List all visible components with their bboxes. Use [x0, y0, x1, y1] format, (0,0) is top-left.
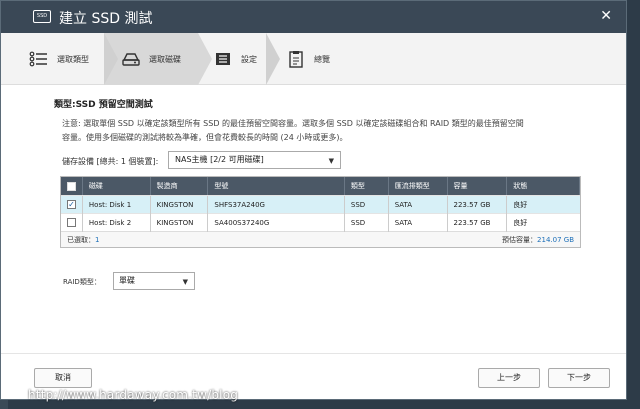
step-settings: 設定 — [213, 33, 257, 85]
ssd-test-wizard-window: SSD 建立 SSD 測試 ✕ 選取類型 選取磁碟 設定 總覽 類型:SSD 預… — [0, 0, 627, 400]
column-header[interactable]: 製造商 — [151, 177, 209, 195]
column-header[interactable]: 型號 — [208, 177, 345, 195]
select-all-checkbox[interactable] — [66, 181, 76, 191]
device-select[interactable]: NAS主機 [2/2 可用磁碟] ▼ — [168, 151, 341, 169]
row-checkbox-cell: ✓ — [61, 195, 83, 214]
row-checkbox-checked[interactable]: ✓ — [66, 200, 76, 209]
step-summary: 總覽 — [286, 33, 330, 85]
dropdown-arrow-icon: ▼ — [182, 278, 188, 286]
column-header[interactable]: 匯流排類型 — [389, 177, 448, 195]
step-label: 選取磁碟 — [149, 54, 181, 64]
selected-count: 1 — [95, 235, 100, 244]
clipboard-icon — [286, 50, 306, 68]
table-row[interactable]: Host: Disk 2 KINGSTON SA400S37240G SSD S… — [61, 213, 580, 232]
settings-icon — [213, 50, 233, 68]
selected-count-text: 已選取：1 — [67, 235, 99, 245]
select-all-cell — [61, 177, 83, 195]
step-select-disk: 選取磁碟 — [121, 33, 181, 85]
watermark-url: http://www.hardaway.com.tw/blog — [28, 388, 239, 402]
step-label: 總覽 — [314, 54, 330, 64]
estimated-capacity-text: 預估容量：214.07 GB — [502, 235, 574, 245]
step-select-type: 選取類型 — [29, 33, 89, 85]
table-cell: 223.57 GB — [448, 195, 508, 214]
table-cell: 223.57 GB — [448, 213, 508, 232]
raid-type-select[interactable]: 單碟 ▼ — [113, 272, 195, 290]
table-row[interactable]: ✓ Host: Disk 1 KINGSTON SHFS37A240G SSD … — [61, 195, 580, 214]
step-separator — [104, 33, 118, 85]
table-cell: SSD — [345, 213, 389, 232]
raid-type-label: RAID類型： — [63, 278, 101, 286]
table-cell: SATA — [389, 213, 448, 232]
instruction-note: 注意: 選取單個 SSD 以確定該類型所有 SSD 的最佳預留空間容量。選取多個… — [62, 117, 592, 145]
list-icon — [29, 50, 49, 68]
step-label: 設定 — [241, 54, 257, 64]
column-header[interactable]: 狀態 — [507, 177, 580, 195]
device-select-value: NAS主機 [2/2 可用磁碟] — [175, 155, 264, 164]
ssd-icon: SSD — [33, 10, 51, 23]
previous-button[interactable]: 上一步 — [478, 368, 540, 388]
step-label: 選取類型 — [57, 54, 89, 64]
column-header[interactable]: 容量 — [448, 177, 508, 195]
step-separator — [198, 33, 212, 85]
column-header[interactable]: 類型 — [345, 177, 389, 195]
table-header: 磁碟 製造商 型號 類型 匯流排類型 容量 狀態 — [61, 177, 580, 195]
note-line: 注意: 選取單個 SSD 以確定該類型所有 SSD 的最佳預留空間容量。選取多個… — [62, 119, 524, 128]
window-title: 建立 SSD 測試 — [59, 11, 153, 27]
table-cell: KINGSTON — [151, 195, 209, 214]
row-checkbox[interactable] — [66, 218, 76, 227]
capacity-label: 預估容量： — [502, 235, 538, 244]
note-line: 容量。使用多個磁碟的測試將較為準確，但會花費較長的時間 (24 小時或更多)。 — [62, 133, 348, 142]
table-cell: SHFS37A240G — [208, 195, 345, 214]
cancel-button[interactable]: 取消 — [34, 368, 92, 388]
next-button[interactable]: 下一步 — [548, 368, 610, 388]
dropdown-arrow-icon: ▼ — [328, 157, 334, 165]
table-cell: SATA — [389, 195, 448, 214]
window-titlebar: SSD 建立 SSD 測試 ✕ — [1, 1, 626, 33]
device-label: 儲存設備 [總共: 1 個裝置]: — [62, 157, 159, 166]
row-checkbox-cell — [61, 213, 83, 232]
table-cell: SA400S37240G — [208, 213, 345, 232]
table-cell: KINGSTON — [151, 213, 209, 232]
raid-type-value: 單碟 — [119, 276, 135, 285]
table-cell: 良好 — [513, 200, 528, 209]
section-title: 類型:SSD 預留空間測試 — [54, 100, 153, 110]
table-cell: 良好 — [513, 218, 528, 227]
footer-divider — [1, 353, 626, 354]
wizard-step-bar: 選取類型 選取磁碟 設定 總覽 — [1, 33, 626, 85]
disk-table: 磁碟 製造商 型號 類型 匯流排類型 容量 狀態 ✓ Host: Disk 1 … — [60, 176, 581, 248]
table-cell: SSD — [345, 195, 389, 214]
table-cell: Host: Disk 2 — [83, 213, 151, 232]
selected-label: 已選取： — [67, 235, 95, 244]
table-cell: Host: Disk 1 — [83, 195, 151, 214]
disk-icon — [121, 50, 141, 68]
step-separator — [266, 33, 280, 85]
close-icon[interactable]: ✕ — [600, 8, 612, 24]
capacity-value: 214.07 GB — [537, 235, 574, 244]
column-header[interactable]: 磁碟 — [83, 177, 151, 195]
table-footer: 已選取：1 預估容量：214.07 GB — [61, 231, 580, 247]
